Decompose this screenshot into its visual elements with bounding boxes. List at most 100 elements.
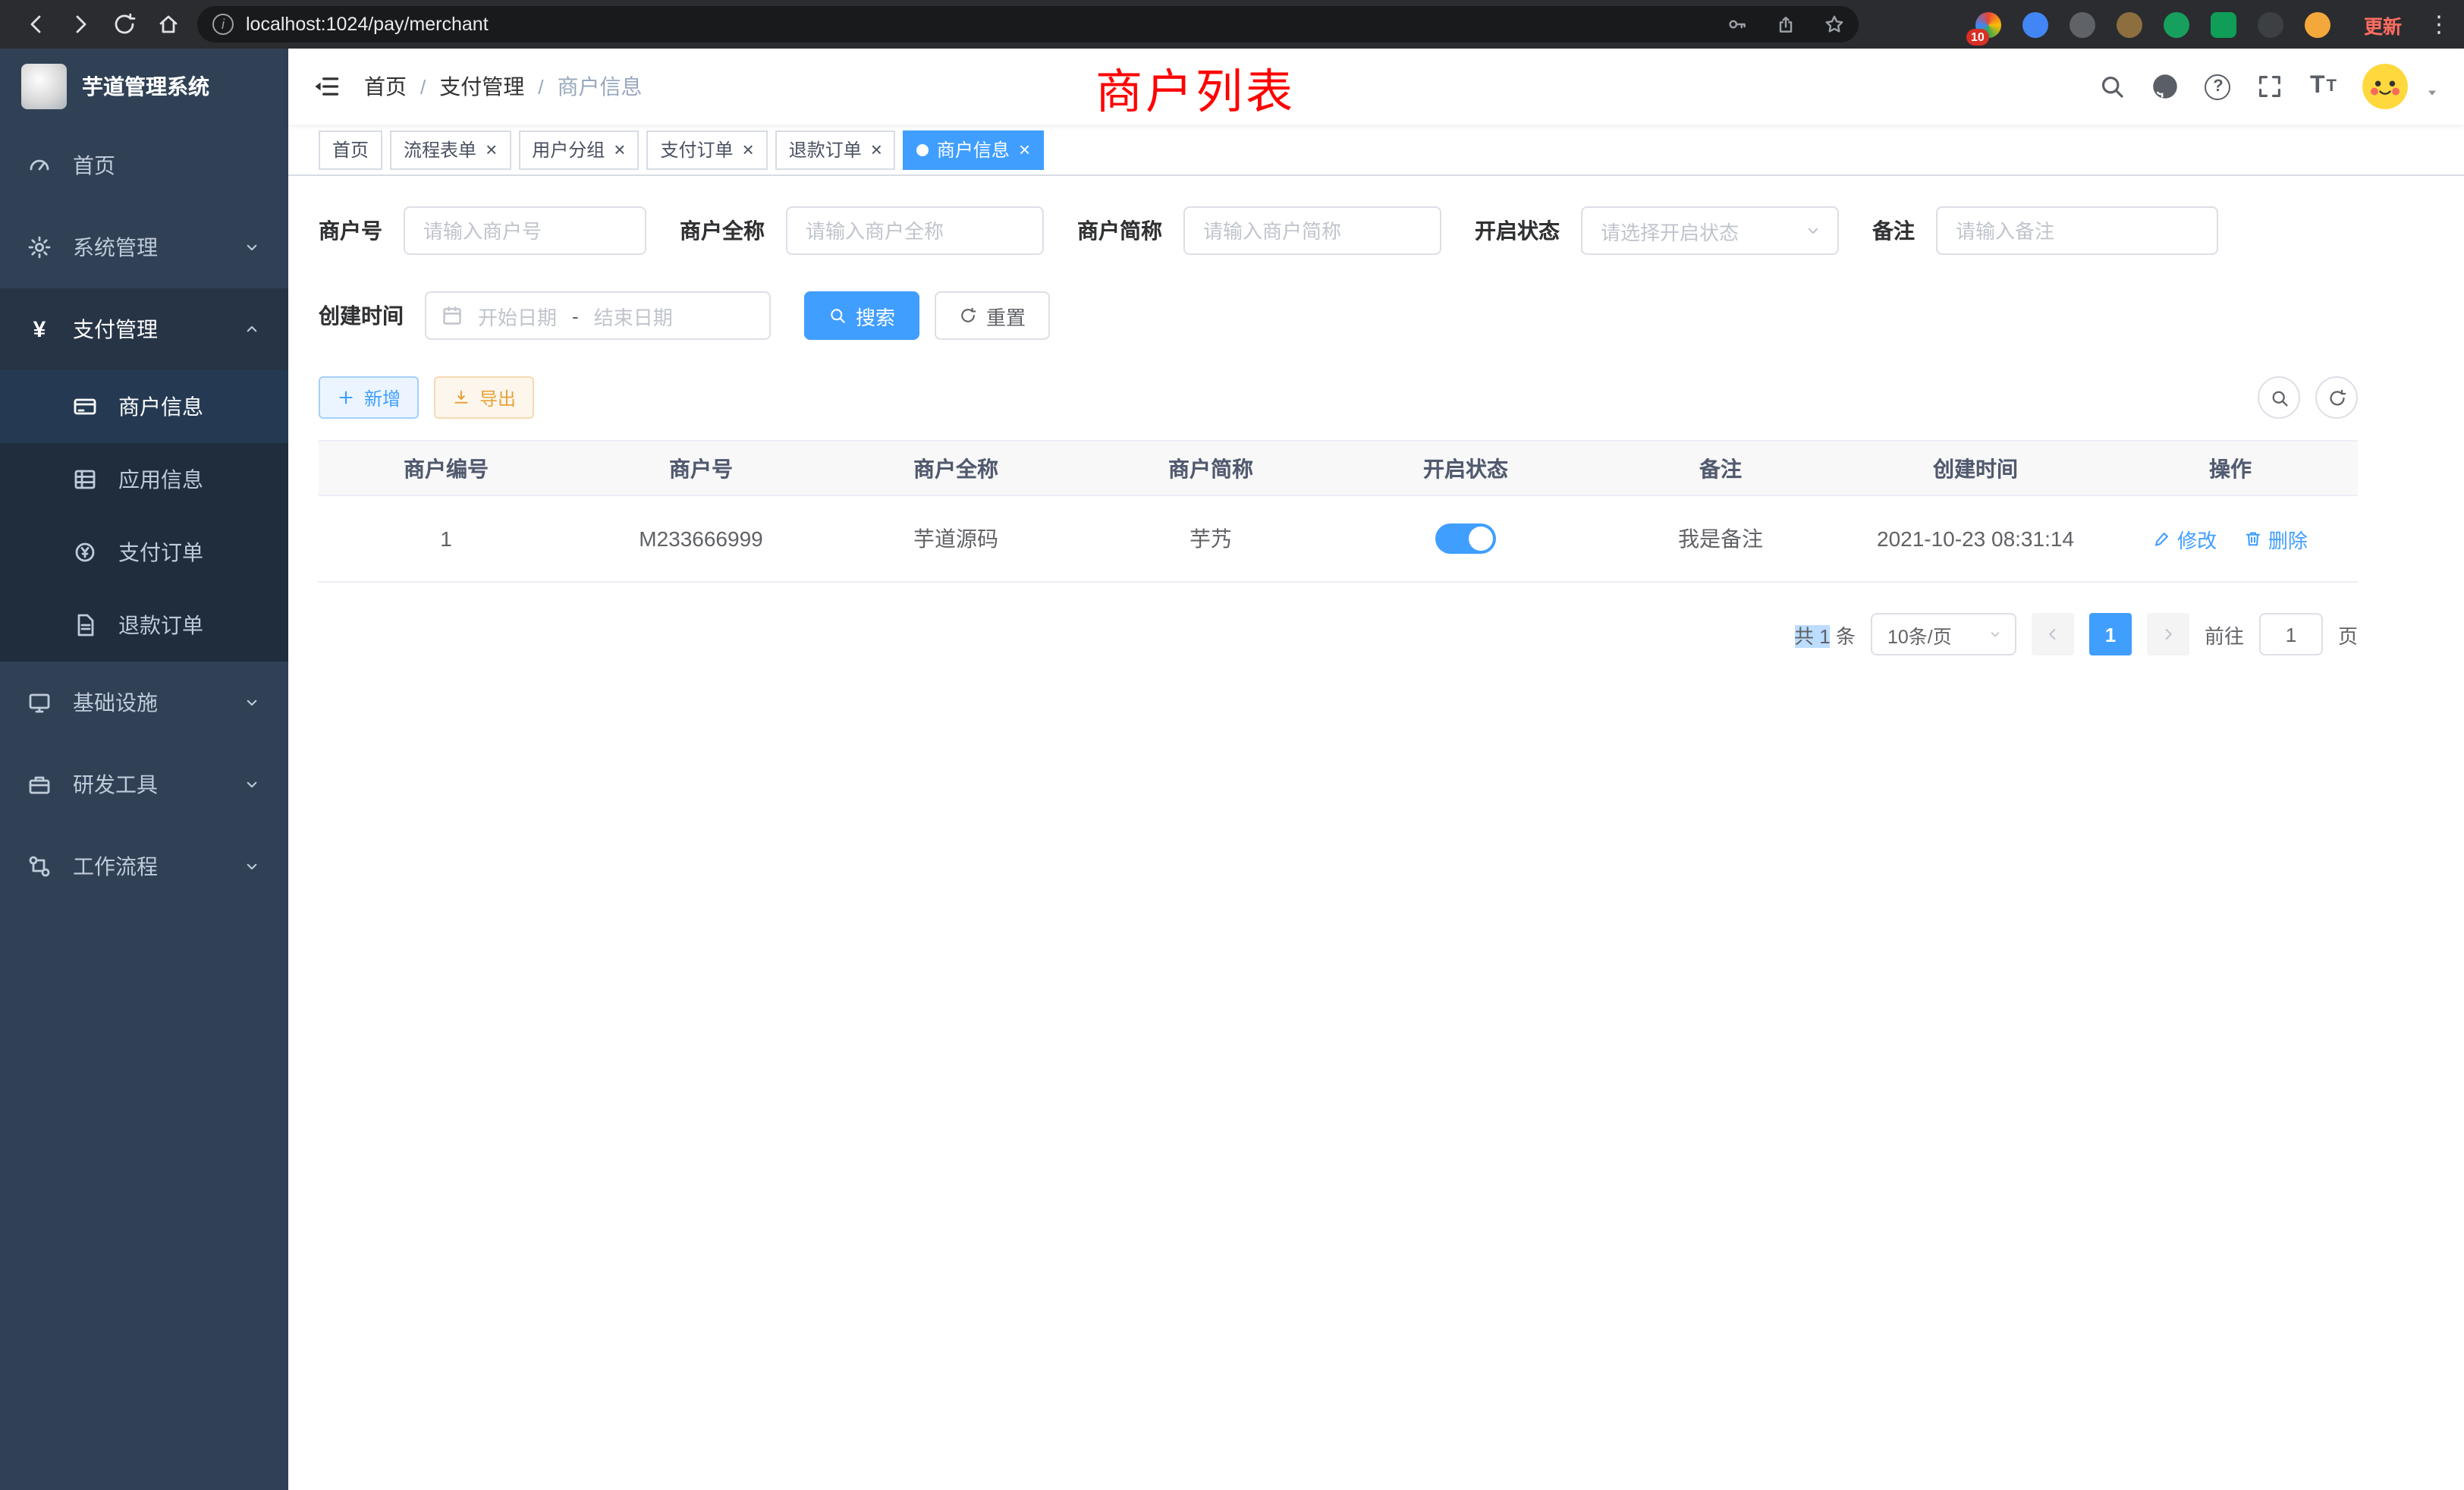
reload-icon[interactable]: [103, 4, 144, 45]
chevron-up-icon: [243, 320, 261, 338]
menu-label: 基础设施: [73, 687, 158, 718]
delete-link-label: 删除: [2268, 524, 2308, 553]
tab-process-form[interactable]: 流程表单×: [390, 130, 511, 169]
close-icon[interactable]: ×: [1019, 140, 1030, 159]
col-short-name: 商户简称: [1083, 441, 1338, 495]
page-1-button[interactable]: 1: [2089, 613, 2132, 655]
full-name-input[interactable]: [786, 206, 1044, 255]
sidebar-item-system[interactable]: 系统管理: [0, 206, 288, 288]
extension-icon-4[interactable]: [2114, 8, 2147, 41]
page-size-value: 10条/页: [1887, 620, 1952, 649]
prev-page-button[interactable]: [2032, 613, 2074, 655]
forward-icon[interactable]: [59, 4, 100, 45]
extension-icon-7[interactable]: [2255, 8, 2288, 41]
browser-toolbar: i localhost:1024/pay/merchant 10 更新 ⋮: [0, 0, 2464, 49]
topbar: 首页 / 支付管理 / 商户信息 商户列表 ? TT: [288, 49, 2464, 124]
help-icon[interactable]: ?: [2205, 74, 2231, 99]
date-separator: -: [572, 304, 579, 327]
status-label: 开启状态: [1475, 215, 1560, 246]
refresh-icon[interactable]: [2315, 376, 2358, 419]
gear-icon: [27, 235, 52, 259]
close-icon[interactable]: ×: [614, 140, 625, 159]
back-icon[interactable]: [15, 4, 56, 45]
total-count-selected: 共 1: [1794, 624, 1831, 647]
tab-user-group[interactable]: 用户分组×: [518, 130, 639, 169]
menu-label: 支付管理: [73, 314, 158, 344]
user-avatar[interactable]: [2362, 64, 2408, 109]
sidebar-item-refund-order[interactable]: 退款订单: [0, 589, 288, 662]
browser-profile-avatar[interactable]: [2302, 8, 2335, 41]
tab-pay-order[interactable]: 支付订单×: [646, 130, 767, 169]
next-page-button[interactable]: [2147, 613, 2189, 655]
merchant-no-input[interactable]: [404, 206, 646, 255]
breadcrumb-current: 商户信息: [558, 71, 643, 102]
tab-refund-order[interactable]: 退款订单×: [775, 130, 896, 169]
remark-label: 备注: [1872, 215, 1915, 246]
github-icon[interactable]: [2152, 73, 2180, 100]
sidebar-item-pay-order[interactable]: 支付订单: [0, 516, 288, 589]
status-toggle[interactable]: [1435, 523, 1496, 554]
close-icon[interactable]: ×: [486, 140, 497, 159]
breadcrumb-payment[interactable]: 支付管理: [439, 71, 524, 102]
sidebar-item-infrastructure[interactable]: 基础设施: [0, 662, 288, 743]
extension-icon-3[interactable]: [2066, 8, 2100, 41]
font-size-glyph-small: T: [2327, 77, 2337, 96]
close-icon[interactable]: ×: [871, 140, 882, 159]
extension-icon-6[interactable]: [2208, 8, 2241, 41]
cell-short-name: 芋艿: [1083, 495, 1338, 582]
url-text[interactable]: localhost:1024/pay/merchant: [246, 14, 1707, 35]
share-icon[interactable]: [1768, 6, 1804, 42]
page-size-select[interactable]: 10条/页: [1871, 613, 2016, 655]
close-icon[interactable]: ×: [743, 140, 754, 159]
merchant-table: 商户编号 商户号 商户全称 商户简称 开启状态 备注 创建时间 操作 1: [319, 440, 2358, 583]
tab-home[interactable]: 首页: [319, 130, 382, 169]
status-select[interactable]: 请选择开启状态: [1581, 206, 1839, 255]
edit-link[interactable]: 修改: [2153, 524, 2217, 553]
add-button[interactable]: 新增: [319, 376, 419, 419]
toggle-search-icon[interactable]: [2258, 376, 2300, 419]
sidebar-toggle-icon[interactable]: [313, 73, 340, 100]
font-size-icon[interactable]: TT: [2310, 73, 2337, 100]
site-info-glyph: i: [222, 17, 225, 32]
chevron-down-icon: [243, 775, 261, 794]
goto-page-input[interactable]: [2259, 613, 2323, 655]
extension-icon-2[interactable]: [2019, 8, 2053, 41]
cell-full-name: 芋道源码: [828, 495, 1083, 582]
home-icon[interactable]: [147, 4, 188, 45]
browser-update-button[interactable]: 更新: [2364, 10, 2402, 39]
search-button-label: 搜索: [856, 301, 895, 330]
delete-link[interactable]: 删除: [2244, 524, 2308, 553]
sidebar: 芋道管理系统 首页 系统管理 ¥ 支付管理: [0, 49, 288, 1490]
extension-icon-5[interactable]: [2161, 8, 2194, 41]
sidebar-item-dev-tools[interactable]: 研发工具: [0, 743, 288, 825]
header-search-icon[interactable]: [2099, 73, 2126, 100]
sidebar-item-app-info[interactable]: 应用信息: [0, 443, 288, 516]
short-name-input[interactable]: [1183, 206, 1441, 255]
dashboard-icon: [27, 153, 52, 178]
extension-icon-1[interactable]: 10: [1972, 8, 2006, 41]
sidebar-item-payment[interactable]: ¥ 支付管理: [0, 288, 288, 370]
filter-remark: 备注: [1872, 206, 2218, 255]
remark-input[interactable]: [1936, 206, 2218, 255]
sidebar-item-workflow[interactable]: 工作流程: [0, 825, 288, 907]
help-glyph: ?: [2213, 77, 2223, 96]
tab-merchant-info[interactable]: 商户信息×: [904, 130, 1044, 169]
menu-label: 系统管理: [73, 232, 158, 262]
reset-button[interactable]: 重置: [935, 291, 1050, 340]
cell-merchant-no: M233666999: [574, 495, 828, 582]
filter-row-1: 商户号 商户全称 商户简称 开启状态 请选择开启状态: [319, 206, 2358, 255]
password-key-icon[interactable]: [1719, 6, 1755, 42]
browser-menu-icon[interactable]: ⋮: [2428, 11, 2449, 38]
bookmark-star-icon[interactable]: [1816, 6, 1853, 42]
date-range-picker[interactable]: 开始日期 - 结束日期: [425, 291, 771, 340]
app-logo: [21, 64, 67, 109]
sidebar-item-home[interactable]: 首页: [0, 124, 288, 206]
export-button[interactable]: 导出: [434, 376, 534, 419]
fullscreen-icon[interactable]: [2257, 73, 2284, 100]
address-bar[interactable]: i localhost:1024/pay/merchant: [197, 6, 1859, 42]
site-info-icon[interactable]: i: [212, 14, 234, 35]
search-button[interactable]: 搜索: [804, 291, 919, 340]
avatar-caret-icon[interactable]: [2425, 85, 2440, 100]
sidebar-item-merchant-info[interactable]: 商户信息: [0, 370, 288, 443]
breadcrumb-home[interactable]: 首页: [364, 71, 407, 102]
